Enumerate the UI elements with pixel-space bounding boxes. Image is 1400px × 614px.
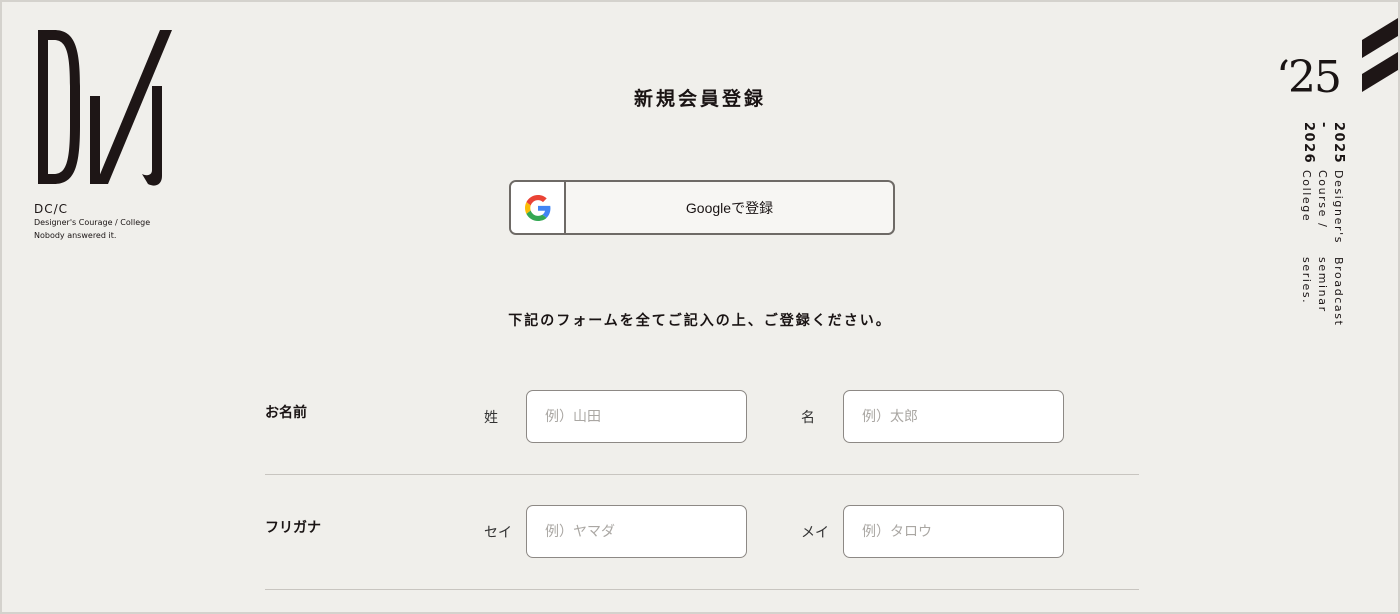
badge-vertical-text: 2025 - 2026 Designer's Course / College … (1298, 122, 1346, 338)
page-title: 新規会員登録 (633, 88, 766, 110)
year-badge: ‘25 2025 - 2026 Designer's Course / Coll… (1268, 18, 1398, 338)
first-name-input[interactable] (843, 390, 1064, 443)
google-signup-button[interactable]: Googleで登録 (509, 180, 895, 235)
row-label: お名前 (265, 405, 307, 421)
form-intro-text: 下記のフォームを全てご記入の上、ご登録ください。 (508, 313, 892, 329)
google-icon-box (511, 182, 566, 233)
badge-range: 2025 - 2026 (1301, 122, 1346, 165)
google-signup-label: Googleで登録 (685, 199, 774, 216)
logo-motto: Nobody answered it. (34, 231, 117, 240)
badge-line-1: Designer's Course / College (1300, 169, 1345, 244)
registration-form: お名前 姓 名 フリガナ セイ メイ (265, 360, 1139, 590)
last-name-kana-label: セイ (484, 525, 512, 541)
site-logo[interactable]: DC/C Designer's Courage / College Nobody… (34, 26, 194, 242)
last-name-label: 姓 (484, 410, 498, 426)
row-label: フリガナ (265, 520, 321, 536)
logo-tagline: Designer's Courage / College (34, 218, 151, 227)
first-name-kana-label: メイ (801, 525, 829, 541)
logo-name: DC/C (34, 202, 69, 216)
first-name-label: 名 (801, 410, 815, 426)
name-row: お名前 姓 名 (265, 360, 1139, 475)
first-name-kana-input[interactable] (843, 505, 1064, 558)
google-g-icon (524, 194, 550, 221)
last-name-input[interactable] (526, 390, 747, 443)
last-name-kana-input[interactable] (526, 505, 747, 558)
furigana-row: フリガナ セイ メイ (265, 475, 1139, 590)
